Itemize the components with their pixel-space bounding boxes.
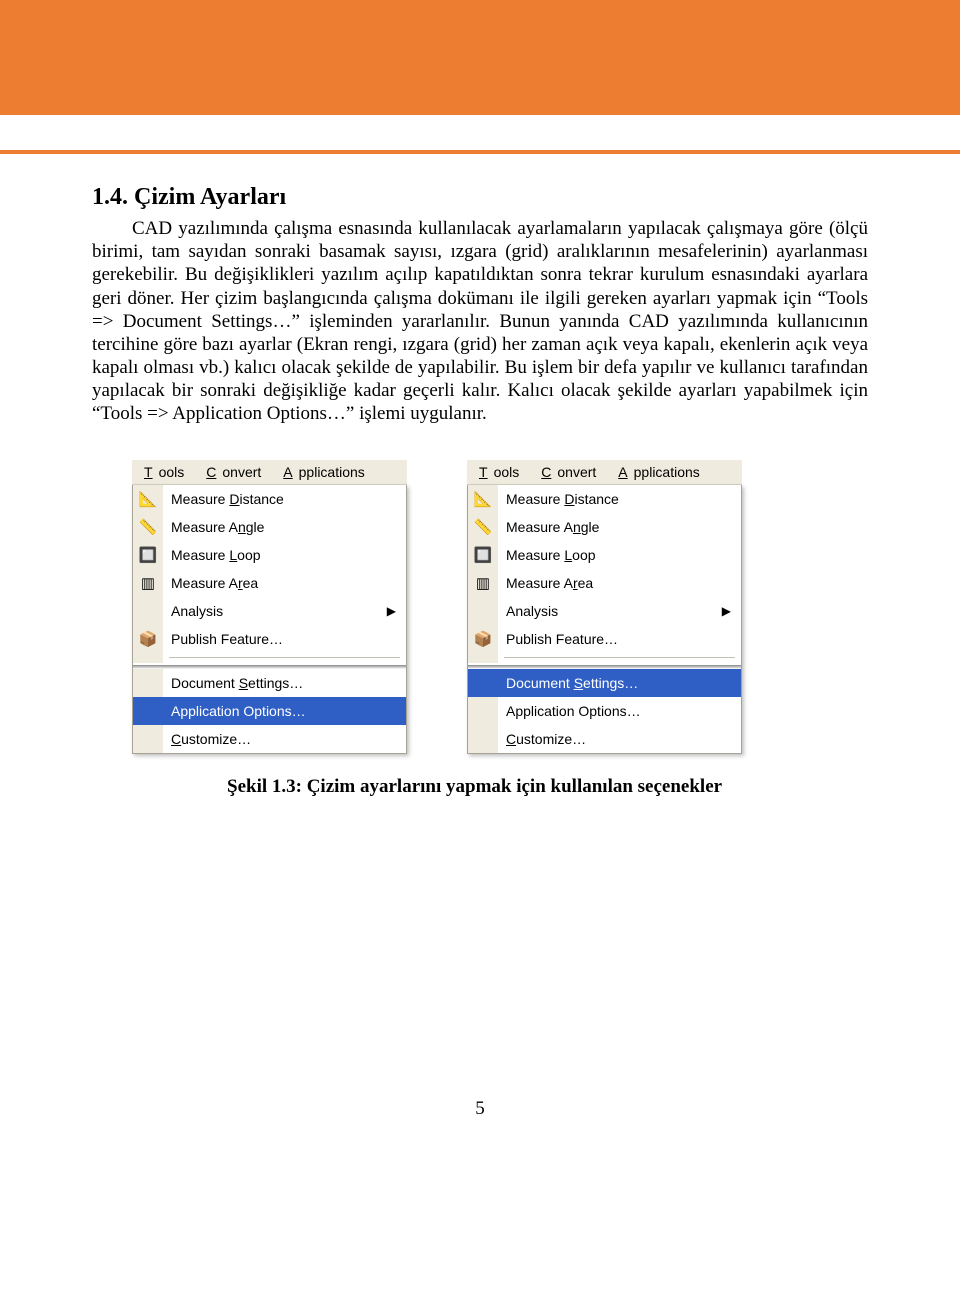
menu-item-document-settings[interactable]: Document Settings…	[468, 669, 741, 697]
blank-icon	[468, 597, 498, 625]
menu-item-publish-feature[interactable]: 📦 Publish Feature…	[468, 625, 741, 653]
menu-item-measure-loop[interactable]: 🔲 Measure Loop	[468, 541, 741, 569]
menu-separator	[468, 653, 741, 663]
ruler-icon: 📐	[468, 485, 498, 513]
angle-icon: 📏	[468, 513, 498, 541]
menu-item-customize[interactable]: Customize…	[133, 725, 406, 753]
menu-item-analysis[interactable]: Analysis ▶	[468, 597, 741, 625]
tools-menu-right: Tools Convert Applications 📐 Measure Dis…	[467, 460, 742, 754]
menu-item-application-options[interactable]: Application Options…	[133, 697, 406, 725]
loop-icon: 🔲	[468, 541, 498, 569]
tools-menu-left: Tools Convert Applications 📐 Measure Dis…	[132, 460, 407, 754]
blank-icon	[468, 669, 498, 697]
blank-icon	[468, 725, 498, 753]
angle-icon: 📏	[133, 513, 163, 541]
page-number: 5	[92, 1098, 868, 1120]
section-heading: 1.4. Çizim Ayarları	[92, 184, 868, 211]
menu-item-measure-area[interactable]: ▥ Measure Area	[468, 569, 741, 597]
menu-item-document-settings[interactable]: Document Settings…	[133, 669, 406, 697]
header-banner	[0, 0, 960, 115]
menu-item-application-options[interactable]: Application Options…	[468, 697, 741, 725]
loop-icon: 🔲	[133, 541, 163, 569]
blank-icon	[133, 725, 163, 753]
menu-tools[interactable]: Tools	[473, 463, 525, 481]
submenu-arrow-icon: ▶	[722, 604, 731, 618]
menu-applications[interactable]: Applications	[612, 463, 706, 481]
menu-item-customize[interactable]: Customize…	[468, 725, 741, 753]
menu-separator	[133, 653, 406, 663]
menu-item-measure-angle[interactable]: 📏 Measure Angle	[468, 513, 741, 541]
page-content: 1.4. Çizim Ayarları CAD yazılımında çalı…	[0, 154, 960, 1180]
blank-icon	[133, 669, 163, 697]
menu-item-measure-distance[interactable]: 📐 Measure Distance	[133, 485, 406, 513]
menu-item-measure-loop[interactable]: 🔲 Measure Loop	[133, 541, 406, 569]
area-icon: ▥	[133, 569, 163, 597]
publish-icon: 📦	[133, 625, 163, 653]
menu-item-measure-distance[interactable]: 📐 Measure Distance	[468, 485, 741, 513]
menu-item-publish-feature[interactable]: 📦 Publish Feature…	[133, 625, 406, 653]
area-icon: ▥	[468, 569, 498, 597]
menu-convert[interactable]: Convert	[535, 463, 602, 481]
menu-item-measure-area[interactable]: ▥ Measure Area	[133, 569, 406, 597]
menu-bar: Tools Convert Applications	[132, 460, 407, 485]
ruler-icon: 📐	[133, 485, 163, 513]
publish-icon: 📦	[468, 625, 498, 653]
menu-item-analysis[interactable]: Analysis ▶	[133, 597, 406, 625]
blank-icon	[133, 597, 163, 625]
menu-bar: Tools Convert Applications	[467, 460, 742, 485]
blank-icon	[468, 697, 498, 725]
menu-applications[interactable]: Applications	[277, 463, 371, 481]
menu-item-measure-angle[interactable]: 📏 Measure Angle	[133, 513, 406, 541]
figure-caption: Şekil 1.3: Çizim ayarlarını yapmak için …	[227, 776, 868, 798]
blank-icon	[133, 697, 163, 725]
figure: Tools Convert Applications 📐 Measure Dis…	[132, 460, 868, 798]
body-paragraph: CAD yazılımında çalışma esnasında kullan…	[92, 217, 868, 426]
menu-tools[interactable]: Tools	[138, 463, 190, 481]
submenu-arrow-icon: ▶	[387, 604, 396, 618]
menu-convert[interactable]: Convert	[200, 463, 267, 481]
